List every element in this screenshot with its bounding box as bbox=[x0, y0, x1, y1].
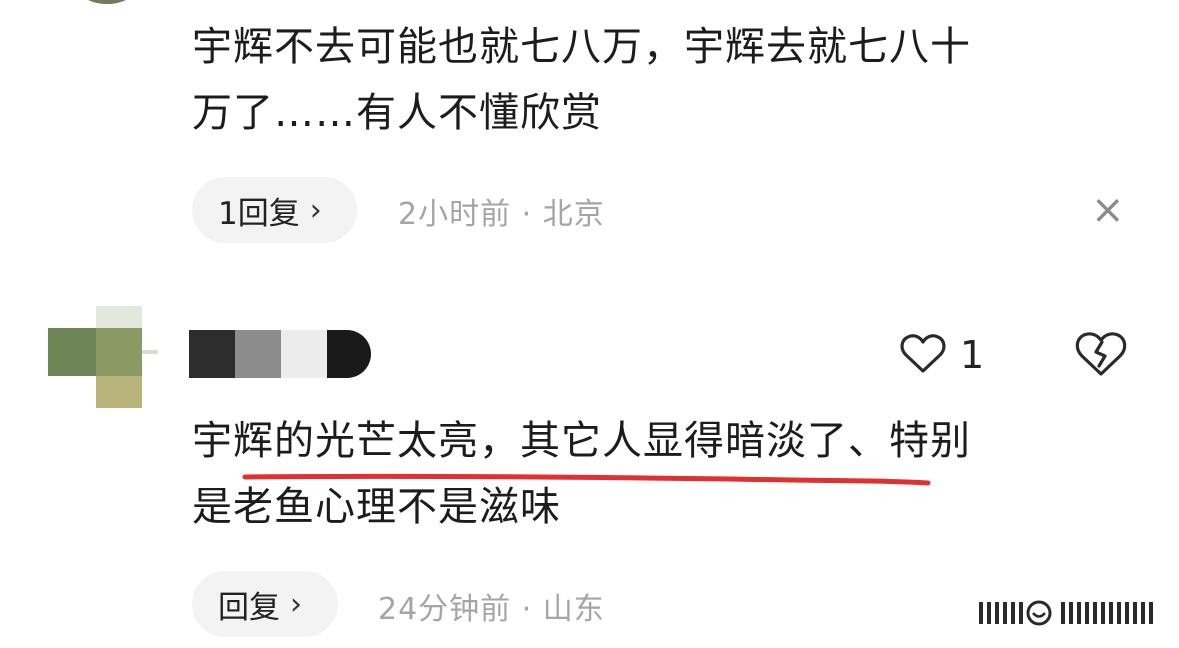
close-icon[interactable]: × bbox=[1091, 188, 1125, 232]
reply-label: 1回复 bbox=[218, 195, 300, 232]
comment-text: 宇辉不去可能也就七八万，宇辉去就七八十 万了……有人不懂欣赏 bbox=[192, 14, 1132, 146]
comment-text-line: 宇辉不去可能也就七八万，宇辉去就七八十 bbox=[192, 24, 971, 70]
reply-label: 回复 bbox=[218, 589, 280, 626]
reply-button[interactable]: 回复 › bbox=[192, 571, 338, 637]
comment-text-line: 万了……有人不懂欣赏 bbox=[192, 90, 602, 136]
user-nickname-redacted[interactable] bbox=[189, 330, 371, 378]
broken-heart-icon[interactable] bbox=[1075, 330, 1127, 378]
red-annotation-underline bbox=[242, 473, 931, 486]
previous-avatar-fragment bbox=[74, 0, 140, 4]
chevron-right-icon: › bbox=[309, 192, 322, 228]
comment-text-line: 宇辉的光芒太亮，其它人显得暗淡了、特别 bbox=[192, 418, 971, 464]
like-count: 1 bbox=[960, 333, 985, 377]
watermark-logo bbox=[979, 600, 1153, 626]
avatar[interactable] bbox=[48, 306, 158, 408]
view-replies-button[interactable]: 1回复 › bbox=[192, 177, 357, 243]
comment-meta: 2小时前 · 北京 bbox=[398, 197, 605, 232]
comment-meta: 24分钟前 · 山东 bbox=[378, 592, 605, 627]
chevron-right-icon: › bbox=[290, 586, 302, 622]
heart-outline-icon[interactable] bbox=[900, 333, 946, 375]
